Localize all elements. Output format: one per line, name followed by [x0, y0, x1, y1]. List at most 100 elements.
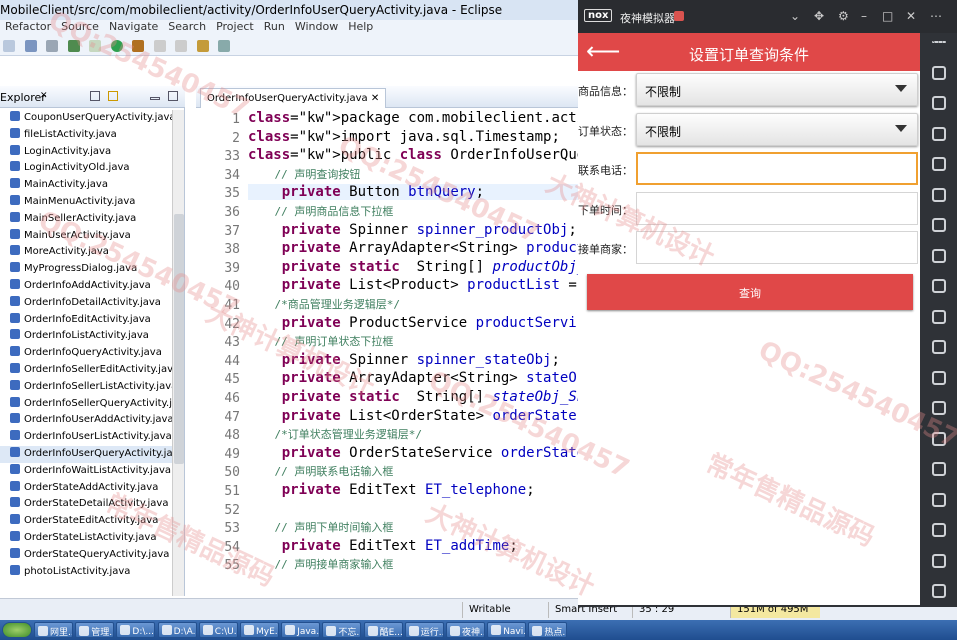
recent-apps-icon[interactable] [932, 584, 946, 598]
link-editor-icon[interactable] [108, 91, 118, 101]
file-item[interactable]: OrderStateListActivity.java [0, 530, 172, 547]
pin-icon[interactable]: ✥ [814, 9, 824, 23]
menu-item-window[interactable]: Window [295, 20, 338, 33]
home-icon[interactable] [932, 553, 946, 568]
taskbar-item[interactable]: D:\... [116, 622, 156, 638]
file-item[interactable]: OrderStateAddActivity.java [0, 480, 172, 497]
code-line[interactable]: private List<Product> productList = nu [248, 277, 578, 293]
seller-field[interactable] [636, 231, 918, 264]
install-apk-icon[interactable] [932, 309, 946, 324]
maximize-icon[interactable]: □ [882, 9, 893, 23]
code-line[interactable]: private static String[] productObj_S [248, 259, 578, 275]
file-item[interactable]: OrderInfoListActivity.java [0, 328, 172, 345]
close-icon[interactable]: ✕ [40, 91, 48, 101]
scissors-icon[interactable] [932, 126, 946, 141]
fullscreen-icon[interactable] [932, 218, 946, 232]
code-line[interactable]: private OrderStateService orderStateS [248, 445, 578, 461]
file-item[interactable]: OrderInfoSellerQueryActivity.java [0, 396, 172, 413]
camera-icon[interactable] [932, 401, 946, 415]
debug-icon[interactable] [132, 40, 144, 52]
taskbar-item[interactable]: 管理... [75, 622, 115, 638]
code-line[interactable]: // 声明查询按钮 [248, 166, 578, 182]
code-line[interactable]: /*订单状态管理业务逻辑层*/ [248, 426, 578, 442]
taskbar-item[interactable]: 网里... [34, 622, 73, 638]
package-icon[interactable] [196, 40, 209, 52]
save-icon[interactable] [24, 40, 37, 52]
start-button[interactable] [2, 622, 32, 638]
code-line[interactable]: // 声明订单状态下拉框 [248, 333, 578, 349]
file-item[interactable]: OrderStateQueryActivity.java [0, 547, 172, 564]
code-line[interactable]: private ArrayAdapter<String> productOb [248, 240, 578, 256]
telephone-field[interactable] [636, 152, 918, 185]
file-item[interactable]: MoreActivity.java [0, 244, 172, 261]
code-area[interactable]: class="kw">package com.mobileclient.acti… [248, 110, 578, 590]
collapse-all-icon[interactable] [90, 91, 100, 101]
code-line[interactable]: private ArrayAdapter<String> stateObj_ [248, 370, 578, 386]
chevron-down-icon[interactable]: ⌄ [790, 9, 800, 23]
file-item[interactable]: OrderInfoWaitListActivity.java [0, 463, 172, 480]
file-item[interactable]: OrderStateEditActivity.java [0, 513, 172, 530]
menu-item-refactor[interactable]: Refactor [5, 20, 51, 33]
file-item[interactable]: LoginActivity.java [0, 144, 172, 161]
explorer-scrollbar[interactable] [172, 110, 184, 596]
file-item[interactable]: OrderInfoEditActivity.java [0, 312, 172, 329]
taskbar-item[interactable]: C:\U... [198, 622, 238, 638]
file-item[interactable]: MainUserActivity.java [0, 228, 172, 245]
volume-up-icon[interactable] [932, 248, 946, 263]
file-item[interactable]: OrderInfoSellerListActivity.java [0, 379, 172, 396]
file-item[interactable]: photoListActivity.java [0, 564, 172, 581]
file-item[interactable]: CouponUserQueryActivity.java [0, 110, 172, 127]
scroll-thumb[interactable] [174, 214, 184, 464]
file-item[interactable]: OrderInfoUserAddActivity.java [0, 412, 172, 429]
explorer-tab[interactable]: Explorer ✕ [0, 86, 185, 108]
file-item[interactable]: MyProgressDialog.java [0, 261, 172, 278]
code-line[interactable]: // 声明下单时间输入框 [248, 519, 578, 535]
step-icon[interactable] [153, 40, 166, 52]
taskbar-item[interactable]: MyE... [240, 622, 279, 638]
product-spinner[interactable]: 不限制 [636, 73, 918, 106]
menu-item-search[interactable]: Search [168, 20, 206, 33]
code-line[interactable]: private EditText ET_telephone; [248, 482, 578, 498]
screen-icon[interactable] [932, 187, 946, 202]
file-item[interactable]: OrderInfoUserListActivity.java [0, 429, 172, 446]
code-line[interactable]: private static String[] stateObj_Sh [248, 389, 578, 405]
maximize-icon[interactable] [168, 91, 178, 101]
file-item[interactable]: MainSellerActivity.java [0, 211, 172, 228]
menu-item-help[interactable]: Help [348, 20, 373, 33]
code-editor[interactable]: OrderInfoUserQueryActivity.java ✕ 1 2 33 34… [196, 86, 578, 596]
code-line[interactable]: private Spinner spinner_stateObj; [248, 352, 578, 368]
run-icon[interactable] [110, 40, 123, 52]
code-line[interactable]: private EditText ET_addTime; [248, 538, 578, 554]
expand-icon[interactable] [932, 492, 946, 507]
file-item[interactable]: MainActivity.java [0, 177, 172, 194]
code-line[interactable]: private ProductService productService [248, 315, 578, 331]
file-item[interactable]: LoginActivityOld.java [0, 160, 172, 177]
taskbar-item[interactable]: Navi... [487, 622, 527, 638]
location-icon[interactable] [932, 157, 946, 171]
search-icon[interactable] [218, 40, 230, 52]
code-line[interactable]: // 声明商品信息下拉框 [248, 203, 578, 219]
file-item[interactable]: MainMenuActivity.java [0, 194, 172, 211]
code-line[interactable]: private Spinner spinner_productObj; [248, 222, 578, 238]
minimize-icon[interactable] [150, 97, 160, 100]
menu-item-source[interactable]: Source [61, 20, 99, 33]
close-icon[interactable]: ✕ [906, 9, 916, 23]
code-line[interactable]: private Button btnQuery; [248, 184, 578, 201]
taskbar-item[interactable]: 不忘... [322, 622, 362, 638]
list-icon[interactable] [932, 462, 946, 476]
back-icon[interactable] [932, 523, 946, 537]
code-line[interactable]: /*商品管理业务逻辑层*/ [248, 296, 578, 312]
multi-instance-icon[interactable] [932, 431, 946, 446]
volume-down-icon[interactable] [932, 279, 946, 293]
code-line[interactable]: class="kw">import java.sql.Timestamp; [248, 129, 578, 145]
tab-orderinfo-user-query[interactable]: OrderInfoUserQueryActivity.java ✕ [200, 88, 387, 108]
code-line[interactable]: class="kw">package com.mobileclient.acti… [248, 110, 578, 126]
menu-item-run[interactable]: Run [264, 20, 285, 33]
checkbox-icon[interactable] [89, 40, 101, 52]
file-item[interactable]: fileListActivity.java [0, 127, 172, 144]
query-button[interactable]: 查询 [587, 274, 913, 310]
taskbar-item[interactable]: 热点... [528, 622, 568, 638]
taskbar-item[interactable]: 夜神... [446, 622, 485, 638]
step-over-icon[interactable] [175, 40, 187, 52]
taskbar-item[interactable]: 运行... [404, 622, 444, 638]
